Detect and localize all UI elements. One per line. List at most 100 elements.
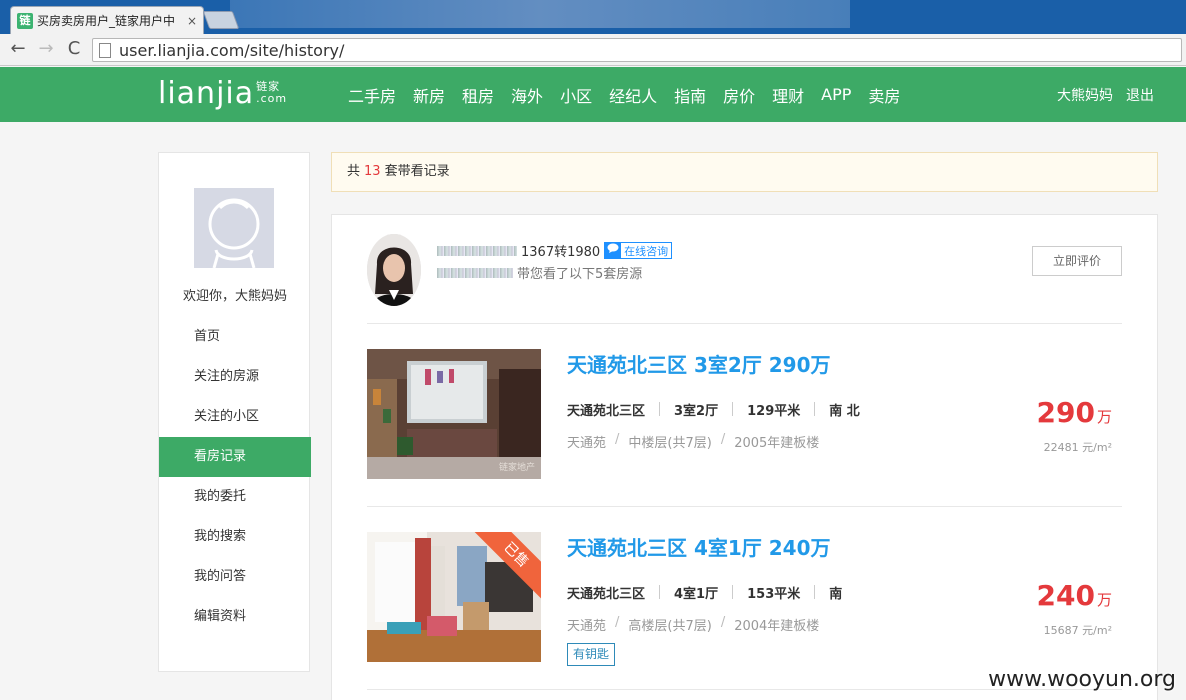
new-tab-button[interactable] bbox=[202, 11, 240, 29]
sidebar-item-questions[interactable]: 我的问答 bbox=[159, 557, 311, 597]
browser-tab[interactable]: 链 买房卖房用户_链家用户中 × bbox=[10, 6, 204, 34]
tab-close-icon[interactable]: × bbox=[187, 14, 197, 28]
house-district: 天通苑 bbox=[567, 436, 607, 451]
nav-zhinan[interactable]: 指南 bbox=[674, 83, 706, 107]
sidebar-item-edit-profile[interactable]: 编辑资料 bbox=[159, 597, 311, 637]
consult-label: 在线咨询 bbox=[624, 244, 669, 258]
agent-portrait-icon bbox=[367, 234, 421, 306]
logo-wordmark: Lianjia bbox=[158, 76, 255, 111]
house-layout: 3室2厅 bbox=[674, 404, 719, 419]
lianjia-favicon-icon: 链 bbox=[17, 12, 33, 29]
reload-icon[interactable]: C bbox=[62, 38, 86, 62]
total-price: 290 万 bbox=[1037, 396, 1112, 429]
notice-suffix: 套带看记录 bbox=[384, 164, 450, 179]
nav-app[interactable]: APP bbox=[821, 85, 851, 104]
sidebar-item-home[interactable]: 首页 bbox=[159, 317, 311, 357]
price-unit: 万 bbox=[1096, 408, 1112, 426]
nav-xinfang[interactable]: 新房 bbox=[413, 83, 445, 107]
agent-info-line: 1367转1980 在线咨询 bbox=[437, 241, 673, 260]
house-community[interactable]: 天通苑北三区 bbox=[567, 400, 645, 419]
separator bbox=[732, 585, 734, 599]
nav-ershoufang[interactable]: 二手房 bbox=[348, 83, 396, 107]
slash: / bbox=[720, 432, 726, 447]
house-photo[interactable]: 已售 bbox=[367, 532, 541, 662]
house-year: 2004年建板楼 bbox=[734, 619, 820, 634]
nav-xiaoqu[interactable]: 小区 bbox=[560, 83, 592, 107]
house-year: 2005年建板楼 bbox=[734, 436, 820, 451]
house-info: 天通苑北三区 3室2厅 129平米 南 北 bbox=[567, 400, 860, 419]
house-community[interactable]: 天通苑北三区 bbox=[567, 583, 645, 602]
chat-bubble-glyph bbox=[607, 243, 619, 253]
unit-price: 15687 元/m² bbox=[1043, 624, 1112, 637]
slash: / bbox=[615, 432, 620, 447]
logo-sub: 链家 .com bbox=[256, 81, 287, 109]
nav-haiwai[interactable]: 海外 bbox=[511, 83, 543, 107]
house-title[interactable]: 天通苑北三区 4室1厅 240万 bbox=[567, 532, 831, 561]
url-text: user.lianjia.com/site/history/ bbox=[119, 40, 345, 60]
nav-fangjia[interactable]: 房价 bbox=[723, 83, 755, 107]
sidebar-item-searches[interactable]: 我的搜索 bbox=[159, 517, 311, 557]
house-area: 129平米 bbox=[747, 404, 801, 419]
user-area: 大熊妈妈 退出 bbox=[1044, 67, 1154, 122]
house-district: 天通苑 bbox=[567, 619, 607, 634]
house-meta: 天通苑 / 中楼层(共7层) / 2005年建板楼 bbox=[567, 432, 819, 451]
rate-now-button[interactable]: 立即评价 bbox=[1032, 246, 1122, 276]
viewing-summary-text: 带您看了以下5套房源 bbox=[517, 267, 643, 282]
avatar[interactable] bbox=[194, 188, 274, 268]
page-icon bbox=[99, 42, 111, 58]
sidebar-item-followed-communities[interactable]: 关注的小区 bbox=[159, 397, 311, 437]
agent-viewing-summary: 带您看了以下5套房源 bbox=[437, 263, 642, 282]
lianjia-logo[interactable]: Lianjia 链家 .com bbox=[158, 79, 287, 109]
address-bar[interactable]: user.lianjia.com/site/history/ bbox=[92, 38, 1182, 62]
forward-arrow-icon[interactable]: → bbox=[34, 38, 58, 62]
price-value: 290 bbox=[1036, 396, 1095, 429]
blurred-agent-name bbox=[437, 245, 517, 256]
logo-com: .com bbox=[256, 92, 288, 105]
photo-watermark: 链家地产 bbox=[498, 463, 535, 473]
site-header: Lianjia 链家 .com 二手房 新房 租房 海外 小区 经纪人 指南 房… bbox=[0, 67, 1186, 122]
sidebar-item-viewing-history[interactable]: 看房记录 bbox=[159, 437, 311, 477]
agent-photo[interactable] bbox=[367, 234, 421, 306]
username-link[interactable]: 大熊妈妈 bbox=[1057, 85, 1113, 105]
house-meta: 天通苑 / 高楼层(共7层) / 2004年建板楼 bbox=[567, 615, 819, 634]
divider bbox=[367, 323, 1122, 324]
house-info: 天通苑北三区 4室1厅 153平米 南 bbox=[567, 583, 842, 602]
house-photo[interactable]: 链家地产 bbox=[367, 349, 541, 479]
has-key-tag: 有钥匙 bbox=[567, 643, 616, 666]
viewing-record-card: 1367转1980 在线咨询 带您看了以下5套房源 立即评价 链家地产 天通苑北… bbox=[331, 214, 1158, 700]
site-watermark: www.wooyun.org bbox=[988, 667, 1176, 692]
house-listing: 已售 天通苑北三区 4室1厅 240万 天通苑北三区 4室1厅 153平米 南 … bbox=[367, 532, 1122, 666]
history-count-notice: 共 13 套带看记录 bbox=[331, 152, 1158, 192]
notice-prefix: 共 bbox=[347, 164, 361, 179]
nav-licai[interactable]: 理财 bbox=[772, 83, 804, 107]
agent-phone: 1367转1980 bbox=[521, 245, 601, 260]
browser-tab-strip: 链 买房卖房用户_链家用户中 × bbox=[0, 0, 1186, 34]
separator bbox=[732, 402, 734, 416]
house-orientation: 南 北 bbox=[829, 404, 860, 419]
divider bbox=[367, 506, 1122, 507]
separator bbox=[814, 585, 816, 599]
house-layout: 4室1厅 bbox=[674, 587, 719, 602]
house-area: 153平米 bbox=[747, 587, 801, 602]
nav-jingjiren[interactable]: 经纪人 bbox=[609, 83, 657, 107]
browser-toolbar: ← → C user.lianjia.com/site/history/ bbox=[0, 34, 1186, 66]
nav-maifang[interactable]: 卖房 bbox=[868, 83, 900, 107]
welcome-text: 欢迎你，大熊妈妈 bbox=[182, 289, 287, 304]
notice-count: 13 bbox=[364, 164, 381, 179]
online-consult-button[interactable]: 在线咨询 bbox=[604, 242, 673, 259]
house-floor: 高楼层(共7层) bbox=[628, 619, 712, 634]
logout-link[interactable]: 退出 bbox=[1126, 85, 1154, 105]
back-arrow-icon[interactable]: ← bbox=[6, 38, 30, 62]
nav-zufang[interactable]: 租房 bbox=[462, 83, 494, 107]
house-title[interactable]: 天通苑北三区 3室2厅 290万 bbox=[567, 349, 831, 378]
total-price: 240 万 bbox=[1037, 579, 1112, 612]
price-value: 240 bbox=[1036, 579, 1095, 612]
tab-title: 买房卖房用户_链家用户中 bbox=[37, 14, 176, 28]
sidebar-item-followed-houses[interactable]: 关注的房源 bbox=[159, 357, 311, 397]
unit-price: 22481 元/m² bbox=[1043, 441, 1112, 454]
sidebar: 欢迎你，大熊妈妈 首页 关注的房源 关注的小区 看房记录 我的委托 我的搜索 我… bbox=[158, 152, 311, 672]
main-nav: 二手房 新房 租房 海外 小区 经纪人 指南 房价 理财 APP 卖房 bbox=[348, 67, 917, 122]
sidebar-item-entrustments[interactable]: 我的委托 bbox=[159, 477, 311, 517]
default-avatar-icon bbox=[208, 198, 260, 268]
separator bbox=[659, 402, 661, 416]
